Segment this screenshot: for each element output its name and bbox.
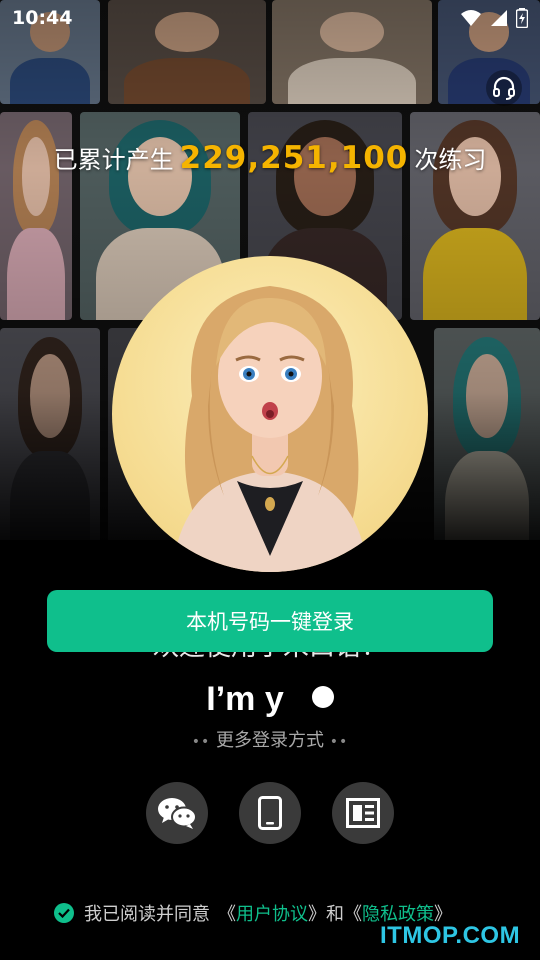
- wechat-login-button[interactable]: [146, 782, 208, 844]
- bracket-open-2: 《: [344, 904, 362, 925]
- customer-support-button[interactable]: [486, 70, 522, 106]
- alt-login-methods: [146, 782, 394, 844]
- agreement-and: 和: [326, 904, 344, 925]
- counter-number: 229,251,100: [179, 140, 409, 176]
- wechat-icon: [158, 798, 197, 829]
- more-login-options[interactable]: •• 更多登录方式 ••: [0, 726, 540, 752]
- counter-prefix: 已累计产生: [53, 146, 174, 174]
- phone-login-button[interactable]: [239, 782, 301, 844]
- bracket-open-1: 《: [218, 904, 236, 925]
- account-icon: [346, 798, 380, 828]
- watermark-text: ITMOP.COM: [380, 922, 521, 949]
- signal-icon: [491, 10, 507, 26]
- practice-counter: 已累计产生 229,251,100 次练习: [0, 140, 540, 176]
- user-agreement-link[interactable]: 用户协议: [236, 900, 308, 926]
- status-bar: 10:44: [0, 0, 540, 36]
- wifi-icon: [461, 10, 481, 26]
- status-time: 10:44: [12, 7, 73, 29]
- agreement-prefix: 我已阅读并同意: [84, 904, 210, 925]
- character-illustration: [172, 286, 368, 572]
- one-click-login-button[interactable]: 本机号码一键登录: [47, 590, 493, 652]
- counter-suffix: 次练习: [414, 146, 487, 174]
- phone-icon: [258, 796, 282, 830]
- typing-cursor-icon: [311, 686, 334, 709]
- bracket-close-1: 》: [308, 904, 326, 925]
- check-icon: [58, 908, 70, 918]
- typing-line: I’m y: [0, 680, 540, 719]
- headset-icon: [493, 76, 515, 100]
- typing-text: I’m y: [206, 680, 284, 718]
- dots-left-icon: ••: [191, 734, 211, 750]
- status-icons: [460, 8, 528, 28]
- battery-icon: [516, 8, 528, 28]
- dots-right-icon: ••: [329, 734, 349, 750]
- account-login-button[interactable]: [332, 782, 394, 844]
- more-login-label: 更多登录方式: [216, 730, 324, 751]
- agreement-checkbox[interactable]: [54, 903, 74, 923]
- character-avatar: [112, 256, 428, 572]
